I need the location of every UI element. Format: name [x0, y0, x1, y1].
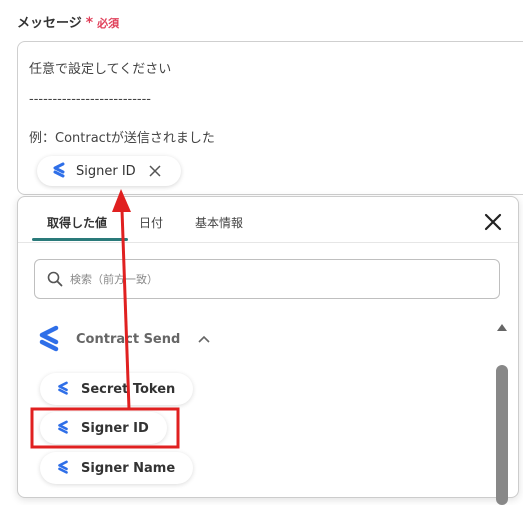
- contract-send-icon: [58, 460, 68, 474]
- required-star: *: [85, 15, 94, 31]
- value-picker-popup: 取得した値 日付 基本情報 検索（前方一致） Contract Send Sec…: [17, 196, 519, 505]
- contract-send-icon: [53, 162, 65, 178]
- search-placeholder: 検索（前方一致）: [70, 273, 158, 286]
- tab-acquired-values[interactable]: 取得した値: [47, 214, 107, 231]
- list-item-label: Signer ID: [81, 420, 149, 436]
- scrollbar-thumb[interactable]: [496, 365, 508, 505]
- field-label-row: メッセージ * 必須: [17, 12, 119, 31]
- tab-date[interactable]: 日付: [139, 214, 163, 231]
- popup-tabs: 取得した値 日付 基本情報: [18, 197, 518, 243]
- list-item-secret-token[interactable]: Secret Token: [40, 373, 194, 405]
- scrollbar[interactable]: [496, 317, 508, 505]
- remove-chip-icon[interactable]: [149, 165, 161, 177]
- list-item-signer-name[interactable]: Signer Name: [40, 452, 194, 484]
- message-line-3: 例：Contractが送信されました: [29, 131, 215, 146]
- chevron-up-icon[interactable]: [198, 335, 210, 343]
- contract-send-icon: [58, 420, 68, 434]
- section-title: Contract Send: [76, 331, 181, 347]
- search-icon: [47, 271, 63, 287]
- close-icon[interactable]: [482, 211, 504, 233]
- section-header[interactable]: Contract Send: [36, 325, 210, 353]
- list-item-label: Signer Name: [81, 460, 176, 476]
- field-label: メッセージ: [17, 16, 82, 31]
- message-line-2: --------------------------: [29, 92, 151, 107]
- inserted-value-chip[interactable]: Signer ID: [37, 156, 181, 186]
- message-textarea[interactable]: 任意で設定してください -------------------------- 例…: [17, 41, 523, 195]
- scroll-up-icon[interactable]: [496, 322, 508, 332]
- required-text: 必須: [97, 17, 120, 30]
- inserted-value-label: Signer ID: [76, 163, 136, 179]
- list-item-signer-id[interactable]: Signer ID: [40, 412, 167, 444]
- active-tab-indicator: [32, 238, 128, 241]
- search-input[interactable]: 検索（前方一致）: [34, 259, 500, 299]
- tab-basic-info[interactable]: 基本情報: [195, 214, 243, 231]
- contract-send-icon: [58, 381, 68, 395]
- contract-send-icon: [39, 325, 59, 352]
- message-line-1: 任意で設定してください: [29, 62, 172, 77]
- list-item-label: Secret Token: [81, 381, 176, 397]
